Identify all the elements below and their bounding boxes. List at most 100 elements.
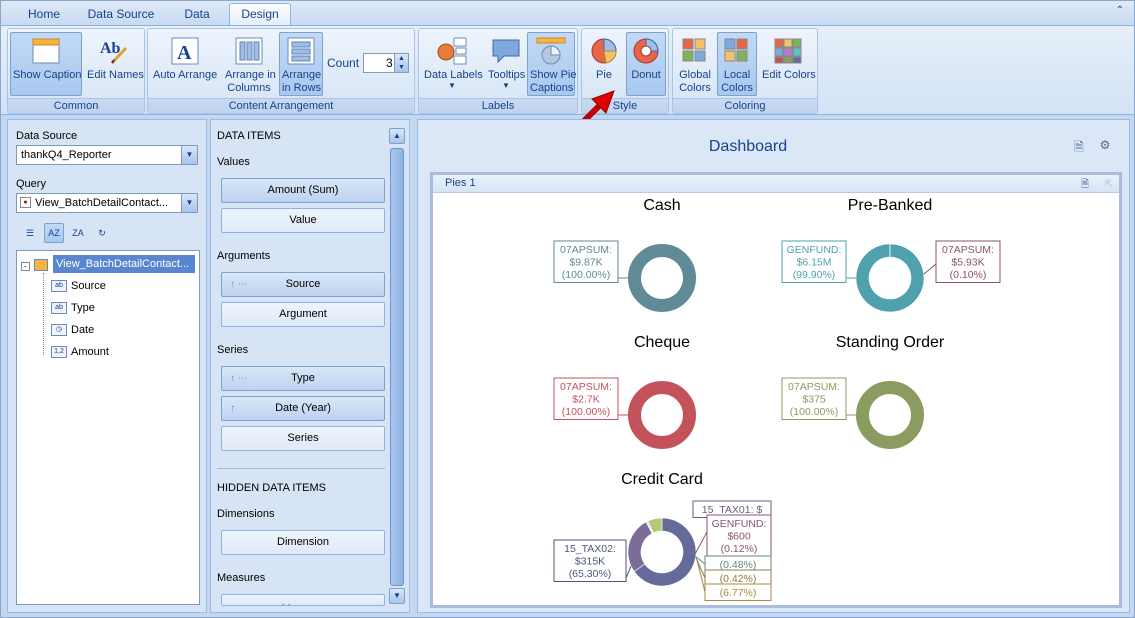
value-well-amount-sum[interactable]: Amount (Sum) <box>221 178 385 203</box>
group-coloring: Global Colors Local Colors Edit Colors C… <box>672 28 818 114</box>
label-prebanked-genfund-text: $6.15M <box>796 257 831 269</box>
field-tree: - View_BatchDetailContact... ab Source ab… <box>16 250 200 605</box>
group-label-common: Common <box>8 98 144 113</box>
spin-down-icon[interactable]: ▼ <box>398 64 405 71</box>
series-label: Series <box>217 344 249 356</box>
export-item-icon[interactable]: 🗎 <box>1081 176 1095 190</box>
chevron-down-icon[interactable]: ▼ <box>181 146 197 164</box>
series-well-empty[interactable]: Series <box>221 426 385 451</box>
label-prebanked-07apsum-text: 07APSUM: <box>942 244 994 256</box>
sort-az-icon[interactable]: AZ <box>44 223 64 243</box>
label-cheque-text: 07APSUM: <box>560 381 612 393</box>
tree-field-source[interactable]: ab Source <box>51 277 106 295</box>
data-source-panel: Data Source thankQ4_Reporter ▼ Query ● V… <box>7 119 207 613</box>
tree-field-date[interactable]: ◷ Date <box>51 321 94 339</box>
global-colors-button[interactable]: Global Colors <box>675 32 715 96</box>
query-combo[interactable]: ● View_BatchDetailContact... ▼ <box>16 193 198 213</box>
numeric-field-icon: 1,2 <box>51 346 67 359</box>
group-label-content: Content Arrangement <box>148 98 414 113</box>
table-icon <box>34 256 52 274</box>
label-cc-tax02-text: (65.30%) <box>569 568 612 580</box>
pies-item[interactable]: Pies 1 🗎 ⇱ Cash Pre-Banked Cheque Standing … <box>430 172 1122 608</box>
tree-root-node[interactable]: View_BatchDetailContact... <box>53 255 195 273</box>
dashboard-settings-icon[interactable]: ⚙ <box>1096 138 1114 156</box>
donut-icon <box>633 38 659 64</box>
edit-names-button[interactable]: Ab Edit Names <box>84 32 144 96</box>
dashboard-title: Dashboard <box>708 138 788 155</box>
svg-text:A: A <box>177 42 192 64</box>
value-well-empty[interactable]: Value <box>221 208 385 233</box>
sort-icon: ↑ <box>230 403 235 414</box>
label-prebanked-genfund-text: GENFUND: <box>787 244 842 256</box>
measures-label: Measures <box>217 572 266 584</box>
label-cc-p2-text: (0.42%) <box>720 573 757 585</box>
label-cash-text: $9.87K <box>569 257 602 269</box>
show-pie-captions-button[interactable]: Show Pie Captions <box>527 32 576 96</box>
text-field-icon: ab <box>51 280 67 293</box>
dimension-well[interactable]: Dimension <box>221 530 385 555</box>
arrange-in-columns-button[interactable]: Arrange in Columns <box>222 32 276 96</box>
maximize-icon[interactable]: ⇱ <box>1105 176 1113 193</box>
tab-home[interactable]: Home <box>15 3 73 25</box>
scroll-up-icon[interactable]: ▲ <box>389 128 405 144</box>
tab-data-source[interactable]: Data Source <box>81 3 161 25</box>
caption-icon <box>32 38 60 64</box>
chevron-down-icon[interactable]: ▼ <box>181 194 197 212</box>
tree-expander-icon[interactable]: - <box>21 257 30 275</box>
data-labels-button[interactable]: Data Labels ▼ <box>421 32 483 96</box>
donut-style-button[interactable]: Donut <box>626 32 666 96</box>
local-colors-button[interactable]: Local Colors <box>717 32 757 96</box>
local-colors-icon <box>724 38 748 62</box>
series-well-date-year[interactable]: ↑ Date (Year) <box>221 396 385 421</box>
divider <box>217 468 385 469</box>
scroll-thumb[interactable] <box>390 148 404 586</box>
data-items-panel: DATA ITEMS Values Amount (Sum) Value Arg… <box>210 119 410 613</box>
pie-title: Cash <box>643 197 680 214</box>
show-caption-button[interactable]: Show Caption <box>10 32 82 96</box>
label-cc-p3-text: (6.77%) <box>720 587 757 599</box>
argument-well-source[interactable]: ↑ ⋯ Source <box>221 272 385 297</box>
edit-colors-icon <box>774 38 802 64</box>
arrange-in-rows-button[interactable]: Arrange in Rows <box>279 32 323 96</box>
pie-icon <box>591 38 617 64</box>
edit-colors-button[interactable]: Edit Colors <box>759 32 817 96</box>
vertical-scrollbar[interactable]: ▲ ▼ <box>389 128 405 608</box>
collapse-ribbon-icon[interactable]: ⌃ <box>1116 5 1124 16</box>
group-label-labels: Labels <box>419 98 577 113</box>
data-source-combo[interactable]: thankQ4_Reporter ▼ <box>16 145 198 165</box>
data-items-heading: DATA ITEMS <box>217 130 281 142</box>
tooltips-button[interactable]: Tooltips ▼ <box>485 32 527 96</box>
scroll-down-icon[interactable]: ▼ <box>389 588 405 604</box>
tree-field-type[interactable]: ab Type <box>51 299 95 317</box>
label-cheque-text: (100.00%) <box>562 406 610 418</box>
spin-up-icon[interactable]: ▲ <box>398 55 405 62</box>
auto-arrange-icon: A <box>171 37 199 65</box>
sort-za-icon[interactable]: ZA <box>68 223 88 243</box>
label-cc-p1-text: (0.48%) <box>720 559 757 571</box>
arguments-label: Arguments <box>217 250 271 262</box>
argument-well-empty[interactable]: Argument <box>221 302 385 327</box>
label-cc-tax01-text: 15_TAX01: $ <box>702 504 763 516</box>
pie-chart-canvas: Cash Pre-Banked Cheque Standing Order Credit… <box>553 197 1001 601</box>
refresh-icon[interactable]: ↻ <box>92 223 112 243</box>
series-well-type[interactable]: ↑ ⋯ Type <box>221 366 385 391</box>
pie-style-button[interactable]: Pie <box>584 32 624 96</box>
label-connector <box>625 565 632 579</box>
count-spinner[interactable]: ▲ ▼ <box>394 54 408 72</box>
pie-caption-icon <box>536 37 566 65</box>
donut-slice <box>856 381 924 449</box>
tree-field-amount[interactable]: 1,2 Amount <box>51 343 109 361</box>
group-fields-icon[interactable]: ☰ <box>20 223 40 243</box>
data-labels-icon <box>437 37 467 65</box>
export-icon[interactable]: 🗎 <box>1070 138 1088 156</box>
pie-title: Pre-Banked <box>848 197 933 214</box>
tab-data[interactable]: Data <box>169 3 225 25</box>
label-cash-text: 07APSUM: <box>560 244 612 256</box>
query-icon: ● <box>20 197 31 208</box>
pie-title: Standing Order <box>836 334 945 351</box>
measure-well[interactable]: Measure <box>221 594 385 606</box>
auto-arrange-button[interactable]: A Auto Arrange <box>150 32 220 96</box>
columns-icon <box>235 37 263 65</box>
tab-design[interactable]: Design <box>229 3 291 25</box>
group-label-coloring: Coloring <box>673 98 817 113</box>
